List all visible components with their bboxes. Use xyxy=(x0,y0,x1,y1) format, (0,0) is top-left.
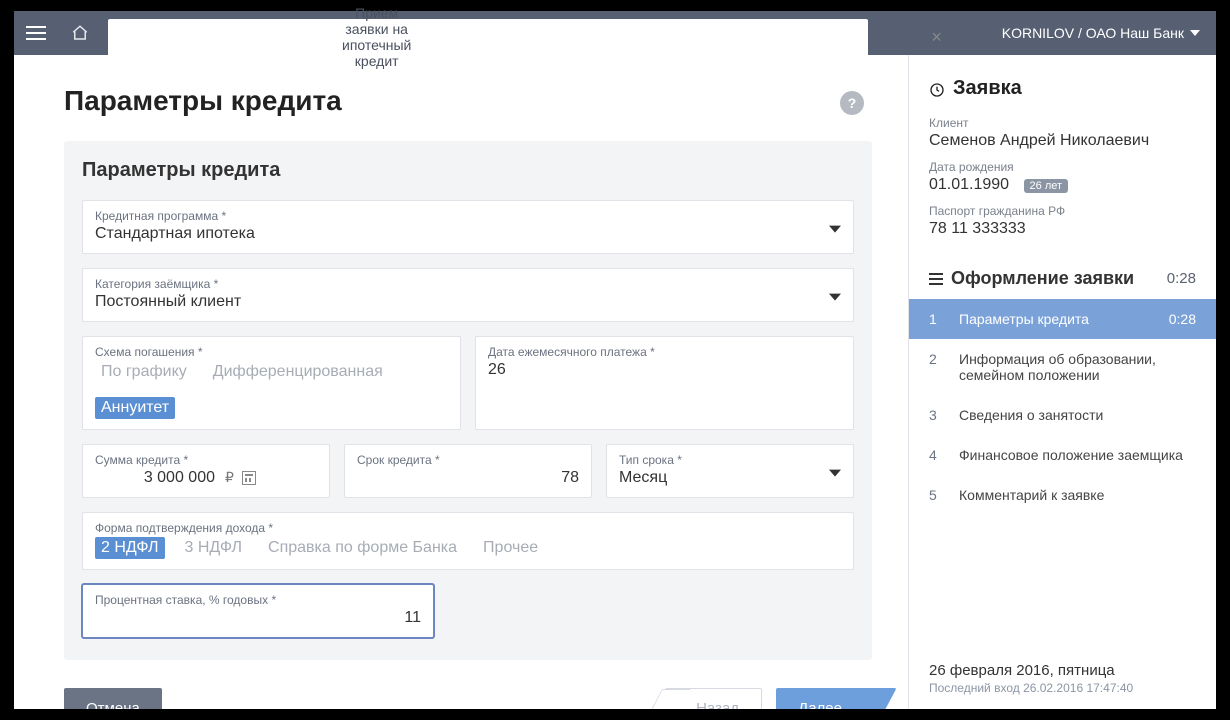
income-option-3ndfl[interactable]: 3 НДФЛ xyxy=(179,537,249,559)
income-option-bankform[interactable]: Справка по форме Банка xyxy=(262,537,463,559)
home-button[interactable] xyxy=(58,11,102,55)
field-label: Тип срока * xyxy=(619,453,841,467)
chevron-down-icon xyxy=(829,226,841,233)
field-label: Срок кредита * xyxy=(357,453,579,467)
field-rate[interactable]: Процентная ставка, % годовых * xyxy=(82,584,434,638)
term-input[interactable] xyxy=(357,469,579,487)
payment-day-input[interactable] xyxy=(488,361,841,379)
field-label: Кредитная программа * xyxy=(95,209,841,223)
field-borrower-category[interactable]: Категория заёмщика * Постоянный клиент xyxy=(82,268,854,322)
repay-option-annuity[interactable]: Аннуитет xyxy=(95,397,175,419)
field-income-proof: Форма подтверждения дохода * 2 НДФЛ 3 НД… xyxy=(82,512,854,570)
main-content: Параметры кредита ? Параметры кредита Кр… xyxy=(14,55,908,709)
chevron-down-icon xyxy=(829,470,841,477)
steps-list: 1 Параметры кредита 0:28 2 Информация об… xyxy=(909,299,1216,515)
field-term[interactable]: Срок кредита * xyxy=(344,444,592,498)
field-label: Сумма кредита * xyxy=(95,453,317,467)
cancel-button[interactable]: Отмена xyxy=(64,688,162,709)
sidebar-title: Заявка xyxy=(929,77,1196,100)
footer-actions: Отмена Назад Далее xyxy=(64,688,872,709)
field-amount[interactable]: Сумма кредита * ₽ xyxy=(82,444,330,498)
help-button[interactable]: ? xyxy=(840,91,864,115)
chevron-down-icon xyxy=(1190,30,1200,36)
edit-icon xyxy=(929,81,945,97)
dob-value: 01.01.1990 26 лет xyxy=(929,176,1196,194)
step-5[interactable]: 5 Комментарий к заявке xyxy=(909,475,1216,515)
income-proof-segmented: 2 НДФЛ 3 НДФЛ Справка по форме Банка Про… xyxy=(95,537,841,559)
passport-value: 78 11 333333 xyxy=(929,220,1196,238)
step-3[interactable]: 3 Сведения о занятости xyxy=(909,395,1216,435)
field-value: Месяц xyxy=(619,469,841,487)
passport-label: Паспорт гражданина РФ xyxy=(929,204,1196,218)
client-name: Семенов Андрей Николаевич xyxy=(929,132,1196,150)
field-value: Стандартная ипотека xyxy=(95,225,841,243)
page-title: Параметры кредита xyxy=(64,85,872,117)
process-title: Оформление заявки xyxy=(929,268,1134,289)
repay-option-schedule[interactable]: По графику xyxy=(95,361,193,383)
home-icon xyxy=(71,24,89,42)
age-badge: 26 лет xyxy=(1024,179,1069,193)
income-option-2ndfl[interactable]: 2 НДФЛ xyxy=(95,537,165,559)
calculator-icon[interactable] xyxy=(242,471,256,485)
topbar: Прием заявки на ипотечный кредит × KORNI… xyxy=(14,11,1216,55)
field-value: Постоянный клиент xyxy=(95,293,841,311)
user-label: KORNILOV / ОАО Наш Банк xyxy=(1002,25,1184,41)
last-login: Последний вход 26.02.2016 17:47:40 xyxy=(929,681,1196,695)
step-1[interactable]: 1 Параметры кредита 0:28 xyxy=(909,299,1216,339)
field-credit-program[interactable]: Кредитная программа * Стандартная ипотек… xyxy=(82,200,854,254)
list-icon xyxy=(929,273,943,285)
step-2[interactable]: 2 Информация об образовании, семейном по… xyxy=(909,339,1216,395)
income-option-other[interactable]: Прочее xyxy=(477,537,544,559)
hamburger-icon xyxy=(26,26,46,40)
field-term-type[interactable]: Тип срока * Месяц xyxy=(606,444,854,498)
field-label: Дата ежемесячного платежа * xyxy=(488,345,841,359)
currency-label: ₽ xyxy=(225,469,234,486)
chevron-down-icon xyxy=(829,294,841,301)
step-4[interactable]: 4 Финансовое положение заемщика xyxy=(909,435,1216,475)
tab-application[interactable]: Прием заявки на ипотечный кредит × xyxy=(108,19,868,55)
field-label: Схема погашения * xyxy=(95,345,448,359)
client-label: Клиент xyxy=(929,116,1196,130)
repay-scheme-segmented: По графику Дифференцированная Аннуитет xyxy=(95,361,448,419)
user-menu[interactable]: KORNILOV / ОАО Наш Банк xyxy=(986,25,1216,41)
back-button[interactable]: Назад xyxy=(665,688,762,709)
field-label: Процентная ставка, % годовых * xyxy=(95,593,421,607)
repay-option-diff[interactable]: Дифференцированная xyxy=(207,361,389,383)
process-timer: 0:28 xyxy=(1167,270,1196,287)
rate-input[interactable] xyxy=(95,609,421,627)
next-button[interactable]: Далее xyxy=(776,688,872,709)
amount-input[interactable] xyxy=(95,469,215,487)
tab-close-button[interactable]: × xyxy=(931,28,942,46)
field-repay-scheme: Схема погашения * По графику Дифференцир… xyxy=(82,336,461,430)
field-label: Форма подтверждения дохода * xyxy=(95,521,841,535)
sidebar: Заявка Клиент Семенов Андрей Николаевич … xyxy=(908,55,1216,709)
panel-title: Параметры кредита xyxy=(82,159,854,182)
field-label: Категория заёмщика * xyxy=(95,277,841,291)
footer-date: 26 февраля 2016, пятница xyxy=(929,662,1196,679)
panel-credit-params: Параметры кредита Кредитная программа * … xyxy=(64,141,872,660)
menu-button[interactable] xyxy=(14,11,58,55)
dob-label: Дата рождения xyxy=(929,160,1196,174)
field-payment-day[interactable]: Дата ежемесячного платежа * xyxy=(475,336,854,430)
